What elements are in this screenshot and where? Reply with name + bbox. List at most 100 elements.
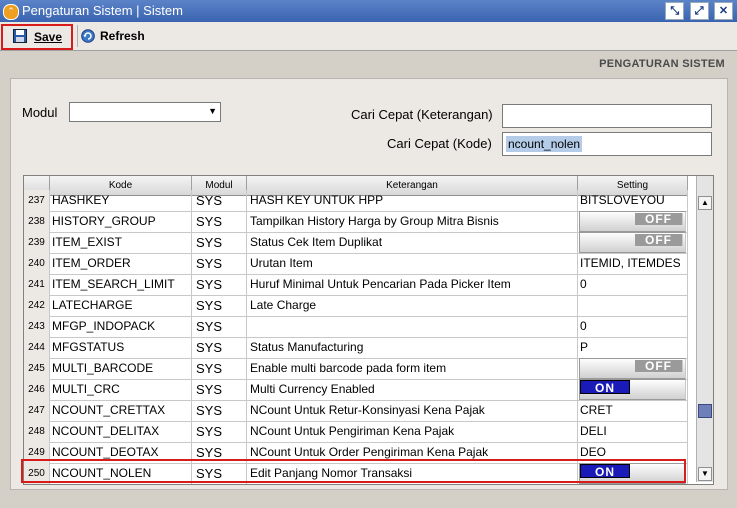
cell-kode: LATECHARGE [50, 295, 192, 316]
cell-keterangan: Status Manufacturing [247, 337, 578, 358]
cell-kode: HISTORY_GROUP [50, 211, 192, 232]
cell-setting[interactable] [578, 295, 688, 316]
cell-kode: MFGSTATUS [50, 337, 192, 358]
close-icon[interactable]: ✕ [714, 2, 733, 20]
refresh-button[interactable]: Refresh [77, 25, 148, 47]
table-row[interactable]: 237 HASHKEY SYS HASH KEY UNTUK HPP BITSLOVEY… [24, 190, 688, 212]
row-number: 243 [24, 316, 50, 337]
cell-keterangan: Multi Currency Enabled [247, 379, 578, 400]
cell-modul: SYS [192, 295, 247, 316]
cell-modul: SYS [192, 379, 247, 400]
table-row[interactable]: 248 NCOUNT_DELITAX SYS NCount Untuk Pengiri… [24, 421, 688, 443]
save-label: Save [34, 30, 63, 44]
refresh-label: Refresh [100, 29, 145, 43]
row-number: 238 [24, 211, 50, 232]
setting-toggle[interactable]: OFF [579, 232, 686, 253]
cell-kode: ITEM_SEARCH_LIMIT [50, 274, 192, 295]
cell-modul: SYS [192, 190, 247, 211]
cell-modul: SYS [192, 421, 247, 442]
table-row[interactable]: 239 ITEM_EXIST SYS Status Cek Item Duplikat… [24, 232, 688, 254]
cell-setting[interactable]: OFF [578, 211, 688, 232]
cell-modul: SYS [192, 316, 247, 337]
cell-setting[interactable]: DELI [578, 421, 688, 442]
modul-label: Modul [22, 105, 58, 120]
row-number: 240 [24, 253, 50, 274]
toggle-off-label: OFF [635, 360, 683, 372]
row-number: 239 [24, 232, 50, 253]
table-row[interactable]: 241 ITEM_SEARCH_LIMIT SYS Huruf Minimal Unt… [24, 274, 688, 296]
cell-kode: HASHKEY [50, 190, 192, 211]
toggle-off-label: OFF [635, 213, 683, 225]
table-row[interactable]: 245 MULTI_BARCODE SYS Enable multi barcode … [24, 358, 688, 380]
cell-setting[interactable]: OFF [578, 232, 688, 253]
table-row[interactable]: 247 NCOUNT_CRETTAX SYS NCount Untuk Retur-K… [24, 400, 688, 422]
cell-setting[interactable]: BITSLOVEYOU [578, 190, 688, 211]
window-title: Pengaturan Sistem | Sistem [22, 3, 183, 18]
cell-modul: SYS [192, 400, 247, 421]
scroll-thumb[interactable] [698, 404, 712, 418]
row-number: 247 [24, 400, 50, 421]
row-number: 246 [24, 379, 50, 400]
cell-modul: SYS [192, 211, 247, 232]
floppy-disk-icon [13, 29, 27, 43]
cari-keterangan-label: Cari Cepat (Keterangan) [351, 107, 493, 122]
save-button[interactable]: Save [1, 24, 73, 50]
setting-toggle[interactable]: OFF [579, 211, 686, 232]
cell-kode: NCOUNT_CRETTAX [50, 400, 192, 421]
cell-modul: SYS [192, 232, 247, 253]
cell-setting[interactable]: CRET [578, 400, 688, 421]
cell-kode: NCOUNT_DELITAX [50, 421, 192, 442]
window-titlebar: ⌃ Pengaturan Sistem | Sistem ⤡ ⤢ ✕ [0, 0, 737, 22]
maximize-icon[interactable]: ⤢ [689, 2, 709, 20]
cell-modul: SYS [192, 253, 247, 274]
setting-toggle[interactable]: OFF [579, 358, 686, 379]
toolbar: Save Refresh [0, 22, 737, 51]
cell-setting[interactable]: ON [578, 379, 688, 400]
refresh-icon [81, 29, 95, 43]
selected-row-highlight [21, 459, 686, 483]
table-row[interactable]: 242 LATECHARGE SYS Late Charge [24, 295, 688, 317]
table-row[interactable]: 246 MULTI_CRC SYS Multi Currency Enabled ON [24, 379, 688, 401]
cell-keterangan: NCount Untuk Retur-Konsinyasi Kena Pajak [247, 400, 578, 421]
cell-kode: ITEM_EXIST [50, 232, 192, 253]
cell-keterangan: NCount Untuk Pengiriman Kena Pajak [247, 421, 578, 442]
cell-setting[interactable]: ITEMID, ITEMDES [578, 253, 688, 274]
cari-kode-input[interactable]: ncount_nolen [502, 132, 712, 156]
app-icon: ⌃ [3, 4, 19, 20]
row-number: 241 [24, 274, 50, 295]
chevron-down-icon[interactable]: ▼ [208, 106, 217, 116]
cell-kode: MULTI_CRC [50, 379, 192, 400]
cell-setting[interactable]: 0 [578, 316, 688, 337]
cell-setting[interactable]: P [578, 337, 688, 358]
cell-setting[interactable]: 0 [578, 274, 688, 295]
setting-toggle[interactable]: ON [579, 379, 686, 400]
cell-keterangan: Huruf Minimal Untuk Pencarian Pada Picke… [247, 274, 578, 295]
row-number: 244 [24, 337, 50, 358]
cell-kode: MULTI_BARCODE [50, 358, 192, 379]
cell-modul: SYS [192, 358, 247, 379]
cari-keterangan-input[interactable] [502, 104, 712, 128]
modul-select[interactable]: ▼ [69, 102, 221, 122]
cell-kode: ITEM_ORDER [50, 253, 192, 274]
cell-keterangan: Enable multi barcode pada form item [247, 358, 578, 379]
scroll-up-icon[interactable]: ▲ [698, 196, 712, 210]
panel-title: PENGATURAN SISTEM [599, 58, 725, 70]
cell-keterangan: Late Charge [247, 295, 578, 316]
settings-grid: Kode Modul Keterangan Setting 237 HASHKEY… [23, 175, 714, 485]
cell-modul: SYS [192, 337, 247, 358]
cell-setting[interactable]: OFF [578, 358, 688, 379]
row-number: 242 [24, 295, 50, 316]
scroll-down-icon[interactable]: ▼ [698, 467, 712, 481]
table-row[interactable]: 244 MFGSTATUS SYS Status Manufacturing P [24, 337, 688, 359]
cell-keterangan: Tampilkan History Harga by Group Mitra B… [247, 211, 578, 232]
table-row[interactable]: 243 MFGP_INDOPACK SYS 0 [24, 316, 688, 338]
row-number: 245 [24, 358, 50, 379]
table-row[interactable]: 240 ITEM_ORDER SYS Urutan Item ITEMID, ITEMD… [24, 253, 688, 275]
row-number: 248 [24, 421, 50, 442]
cell-keterangan: Urutan Item [247, 253, 578, 274]
cell-keterangan: Status Cek Item Duplikat [247, 232, 578, 253]
cell-keterangan: HASH KEY UNTUK HPP [247, 190, 578, 211]
table-row[interactable]: 238 HISTORY_GROUP SYS Tampilkan History Har… [24, 211, 688, 233]
vertical-scrollbar[interactable]: ▲ ▼ [696, 176, 713, 482]
restore-icon[interactable]: ⤡ [665, 2, 685, 20]
